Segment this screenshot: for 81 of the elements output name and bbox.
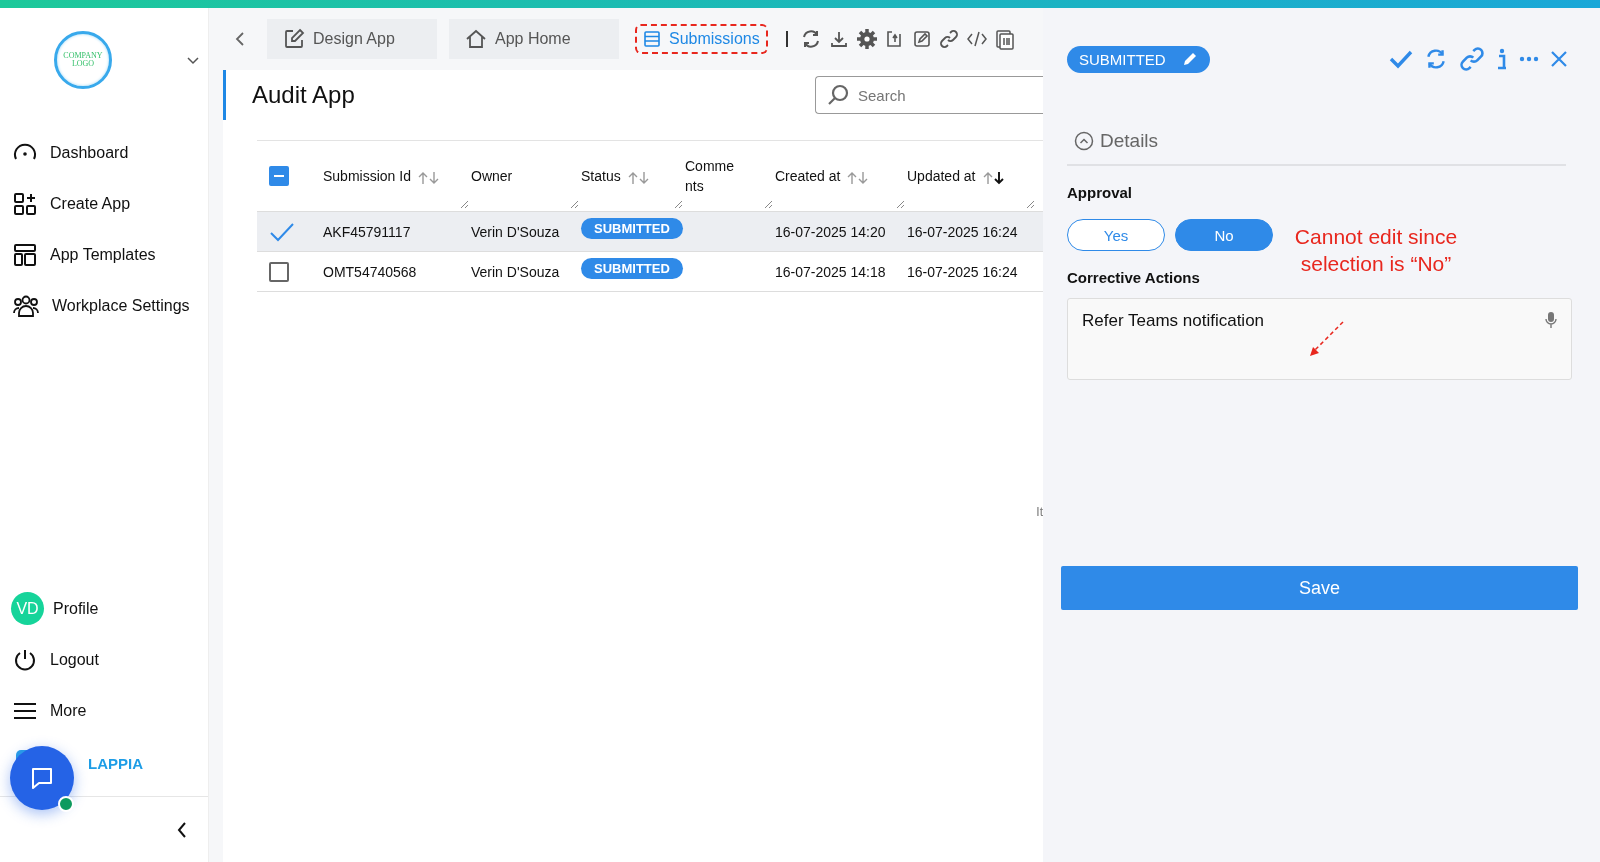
code-icon[interactable] [965, 29, 988, 49]
annotation-note: Cannot edit since selection is “No” [1293, 224, 1459, 277]
home-icon [465, 28, 487, 50]
tab[interactable]: Design App [267, 19, 437, 59]
online-dot [58, 796, 74, 812]
section-header[interactable]: Details [1067, 130, 1566, 166]
trash-icon[interactable] [994, 28, 1015, 50]
text-area[interactable]: Refer Teams notification [1067, 298, 1572, 380]
field-label: Approval [1067, 184, 1132, 201]
status-badge: SUBMITTED [581, 218, 683, 239]
sort-arrows-icon[interactable] [981, 170, 1006, 186]
link-icon[interactable] [938, 29, 959, 49]
field-label: Corrective Actions [1067, 269, 1200, 286]
table-cell: Verin D'Souza [471, 263, 560, 280]
back-icon[interactable] [235, 31, 245, 47]
nav-item[interactable]: Workplace Settings [0, 292, 208, 319]
table-cell: Verin D'Souza [471, 223, 560, 240]
pencil-icon[interactable] [1181, 51, 1198, 67]
download-icon[interactable] [828, 29, 849, 49]
pencil-square-icon[interactable] [911, 29, 932, 49]
close-icon[interactable] [1550, 50, 1568, 68]
column-header[interactable]: Updated at [907, 166, 976, 186]
brand-name: LAPPIA [88, 754, 143, 772]
collapse-circle-icon[interactable] [1074, 131, 1094, 151]
tab[interactable]: Submissions [631, 20, 772, 58]
edit-icon [283, 28, 305, 50]
stray-text: It [1036, 505, 1043, 519]
column-header[interactable]: Comments [685, 156, 737, 196]
refresh-icon[interactable] [1424, 47, 1448, 71]
select-all-checkbox[interactable] [269, 166, 289, 186]
nav-item[interactable]: Logout [0, 646, 208, 673]
table-cell: OMT54740568 [323, 263, 417, 280]
table-row[interactable]: AKF45791117 Verin D'Souza SUBMITTED 16-07-2025 14:20 16-07-2025 16:24 [257, 212, 1043, 252]
chevron-down-icon[interactable] [186, 55, 200, 65]
chat-icon[interactable] [29, 765, 55, 791]
resize-handle[interactable] [674, 200, 683, 209]
option-button[interactable]: Yes [1067, 219, 1165, 251]
save-button[interactable]: Save [1061, 566, 1578, 610]
profile-label: Profile [53, 599, 99, 618]
column-header[interactable]: Status [581, 166, 621, 186]
table-cell: 16-07-2025 14:18 [775, 263, 886, 280]
resize-handle[interactable] [570, 200, 579, 209]
column-header[interactable]: Owner [471, 166, 513, 186]
avatar: VD [11, 592, 44, 625]
grid-plus-icon [12, 190, 38, 217]
column-header[interactable]: Created at [775, 166, 841, 186]
settings-icon[interactable] [855, 28, 878, 50]
resize-handle[interactable] [460, 200, 469, 209]
template-icon [12, 241, 38, 268]
option-button[interactable]: No [1175, 219, 1273, 251]
info-icon[interactable] [1496, 48, 1508, 70]
status-button[interactable]: SUBMITTED [1067, 45, 1210, 73]
resize-handle[interactable] [1026, 200, 1035, 209]
search-field[interactable]: Search [815, 76, 1043, 114]
menu-icon [12, 700, 38, 721]
resize-handle[interactable] [896, 200, 905, 209]
search-icon [826, 83, 850, 107]
page-title: Audit App [252, 81, 355, 109]
tab[interactable]: App Home [449, 19, 619, 59]
list-icon [643, 30, 661, 48]
table-cell: 16-07-2025 16:24 [907, 223, 1018, 240]
table-cell: 16-07-2025 16:24 [907, 263, 1018, 280]
link-icon[interactable] [1459, 46, 1485, 72]
resize-handle[interactable] [764, 200, 773, 209]
nav-item[interactable]: More [0, 697, 208, 724]
chat-button[interactable] [10, 746, 74, 810]
row-checkbox[interactable] [269, 261, 289, 282]
nav-item[interactable]: App Templates [0, 241, 208, 268]
microphone-icon[interactable] [1545, 311, 1557, 329]
more-icon[interactable] [1519, 56, 1539, 62]
column-header[interactable]: Submission Id [323, 166, 411, 186]
table-cell: AKF45791117 [323, 223, 411, 240]
collapse-icon[interactable] [176, 820, 188, 839]
status-badge: SUBMITTED [581, 258, 683, 279]
table-row[interactable]: OMT54740568 Verin D'Souza SUBMITTED 16-07-2025 14:18 16-07-2025 16:24 [257, 252, 1043, 292]
check-icon[interactable] [1389, 49, 1413, 69]
nav-item[interactable]: Create App [0, 190, 208, 217]
table-cell: 16-07-2025 14:20 [775, 223, 886, 240]
nav-item[interactable]: Dashboard [0, 139, 208, 166]
people-icon [12, 293, 40, 318]
profile-item[interactable]: VD Profile [0, 595, 208, 622]
